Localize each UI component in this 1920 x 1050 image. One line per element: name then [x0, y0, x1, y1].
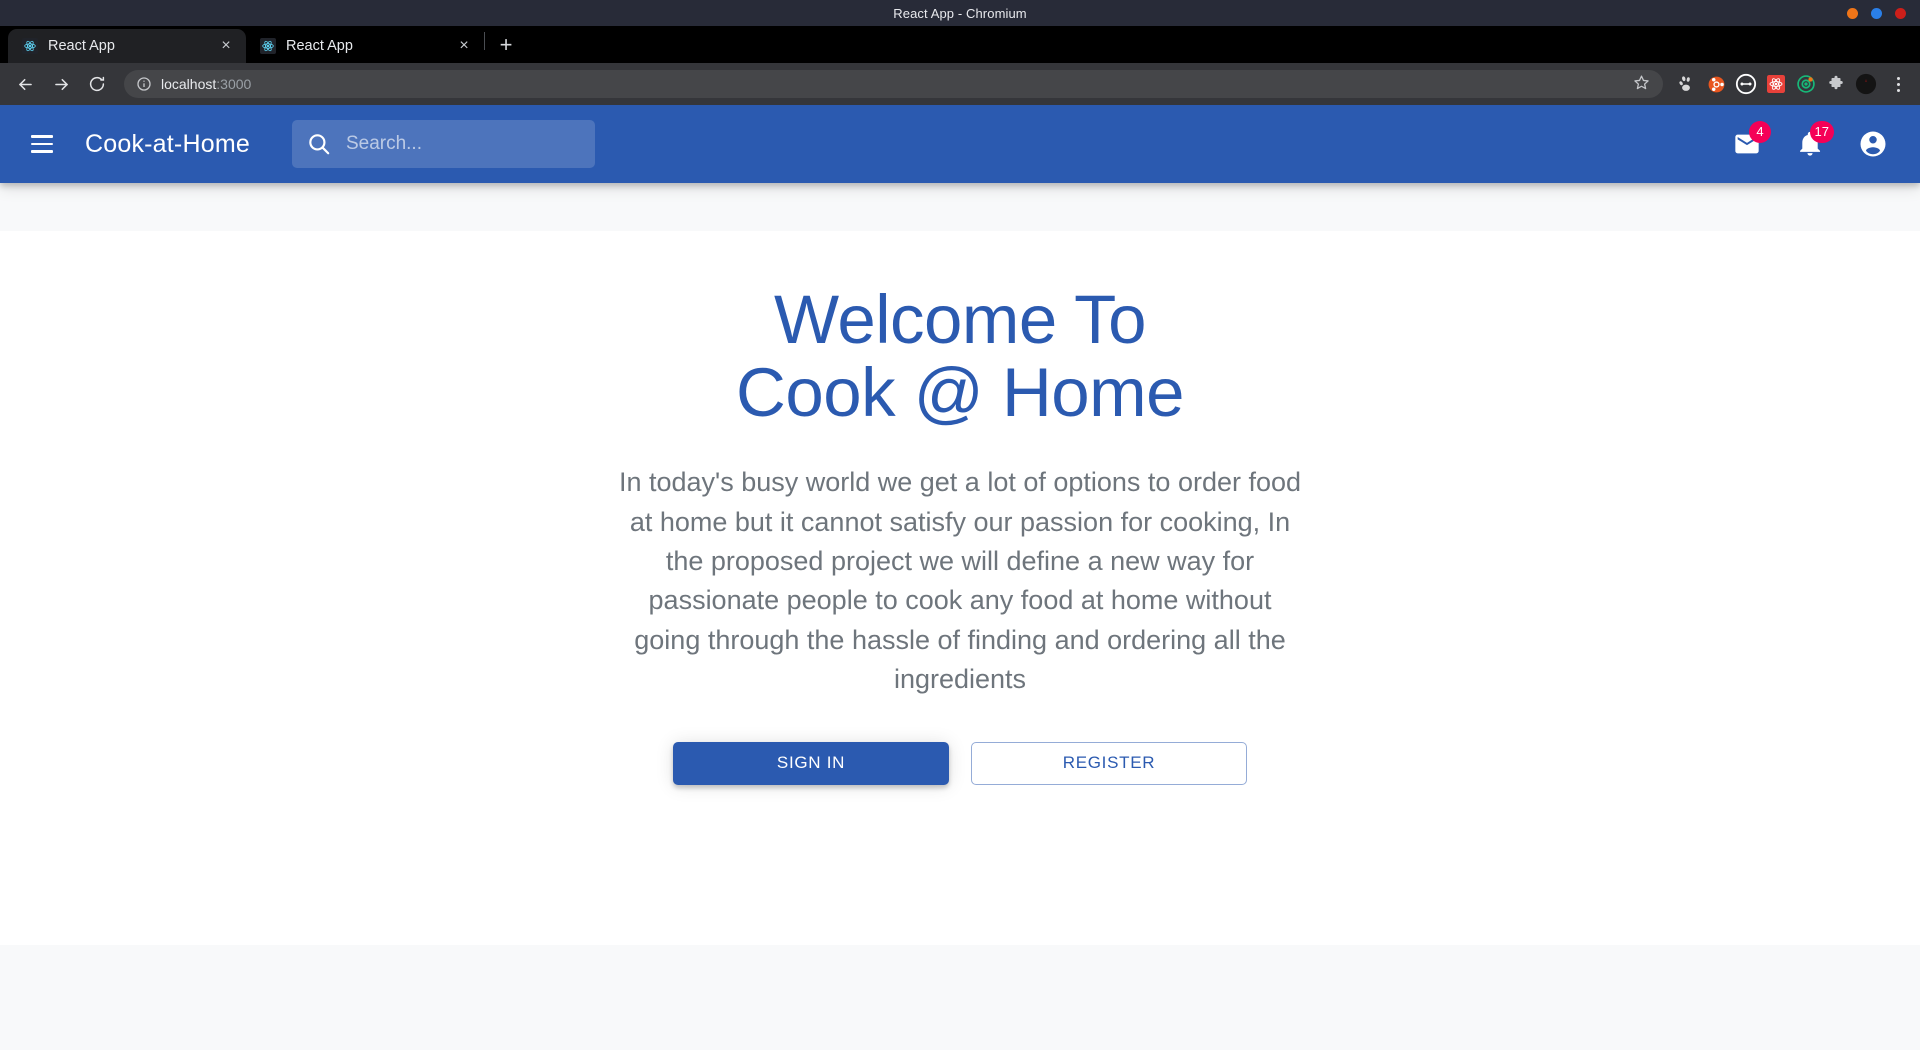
browser-toolbar: localhost:3000	[0, 63, 1920, 105]
app-brand-title: Cook-at-Home	[85, 129, 250, 158]
chrome-menu-icon[interactable]	[1884, 69, 1912, 99]
url-port: :3000	[216, 76, 252, 92]
sign-in-button[interactable]: SIGN IN	[673, 741, 949, 785]
window-maximize-button[interactable]	[1871, 7, 1882, 19]
hero-section: Welcome To Cook @ Home In today's busy w…	[0, 231, 1920, 785]
ubuntu-extension-icon[interactable]	[1703, 71, 1729, 97]
page-title-line-2: Cook @ Home	[735, 354, 1185, 432]
window-close-button[interactable]	[1895, 7, 1906, 19]
profile-avatar-icon[interactable]	[1853, 71, 1879, 97]
browser-tab-2-title: React App	[286, 38, 353, 54]
register-button[interactable]: REGISTER	[971, 741, 1247, 785]
browser-tab-1-close-icon[interactable]: ×	[216, 36, 236, 56]
browser-tab-1[interactable]: React App ×	[8, 29, 246, 63]
extension-icons	[1669, 71, 1879, 97]
browser-tabstrip: React App × React App × +	[0, 26, 1920, 63]
browser-tab-1-title: React App	[48, 38, 115, 54]
footer-band	[0, 945, 1920, 1050]
reload-button[interactable]	[80, 67, 114, 101]
window-minimize-button[interactable]	[1847, 7, 1858, 19]
os-titlebar: React App - Chromium	[0, 0, 1920, 26]
account-button[interactable]	[1848, 119, 1898, 169]
site-info-icon[interactable]	[136, 76, 152, 92]
react-icon	[260, 38, 276, 54]
account-circle-icon	[1860, 131, 1886, 157]
app-header-actions: 4 17	[1722, 119, 1898, 169]
window-title: React App - Chromium	[893, 5, 1027, 21]
hamburger-menu-icon[interactable]	[18, 120, 66, 168]
mail-button[interactable]: 4	[1722, 119, 1772, 169]
tab-separator	[484, 31, 485, 50]
address-bar-url: localhost:3000	[161, 76, 1624, 92]
notifications-button[interactable]: 17	[1785, 119, 1835, 169]
back-button[interactable]	[8, 67, 42, 101]
search-box[interactable]	[291, 120, 595, 168]
notifications-badge: 17	[1809, 121, 1834, 143]
hero-description: In today's busy world we get a lot of op…	[618, 467, 1302, 695]
address-bar[interactable]: localhost:3000	[124, 70, 1663, 98]
browser-tab-2-close-icon[interactable]: ×	[454, 36, 474, 56]
react-devtools-extension-icon[interactable]	[1763, 71, 1789, 97]
react-icon	[22, 38, 38, 54]
browser-tab-2[interactable]: React App ×	[246, 29, 484, 63]
toolbar-offset-strip	[0, 183, 1920, 231]
search-icon	[306, 131, 332, 157]
puzzle-extensions-icon[interactable]	[1823, 71, 1849, 97]
mail-badge: 4	[1749, 121, 1771, 143]
page-viewport: Cook-at-Home 4 17	[0, 105, 1920, 1050]
new-tab-button[interactable]: +	[489, 28, 523, 62]
loom-extension-icon[interactable]	[1733, 71, 1759, 97]
hero-button-row: SIGN IN REGISTER	[673, 741, 1247, 785]
url-host: localhost	[161, 76, 217, 92]
forward-button[interactable]	[44, 67, 78, 101]
target-extension-icon[interactable]	[1793, 71, 1819, 97]
search-input[interactable]	[331, 133, 595, 155]
app-header: Cook-at-Home 4 17	[0, 105, 1920, 183]
window-controls	[1847, 0, 1906, 26]
gnome-extension-icon[interactable]	[1673, 71, 1699, 97]
page-title: Welcome To Cook @ Home	[735, 281, 1185, 432]
page-title-line-1: Welcome To	[773, 281, 1147, 358]
star-icon[interactable]	[1633, 74, 1653, 94]
